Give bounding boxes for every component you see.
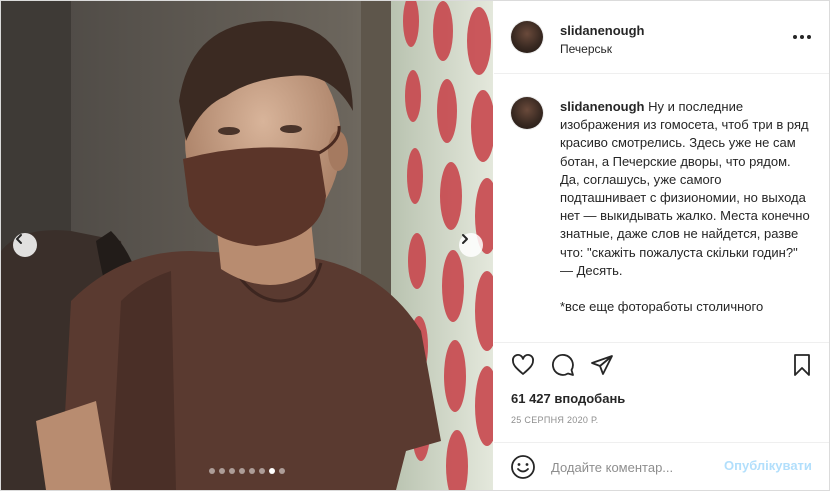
post-dialog: slidanenough Печерськ slidanenough Ну и … (0, 0, 830, 491)
post-header: slidanenough Печерськ (494, 1, 829, 74)
comment-bubble-icon (552, 354, 574, 376)
carousel-dot (279, 468, 285, 474)
chevron-right-icon (462, 234, 468, 244)
paper-plane-icon (591, 355, 613, 375)
chevron-left-icon (16, 234, 22, 244)
carousel-dot (259, 468, 265, 474)
header-location[interactable]: Печерськ (560, 42, 612, 56)
save-button[interactable] (788, 351, 816, 379)
carousel-indicator (1, 468, 493, 474)
carousel-dot (249, 468, 255, 474)
post-photo[interactable] (1, 1, 493, 490)
smiley-icon (511, 455, 535, 479)
caption-text: Ну и последние изображения из гомосета, … (560, 99, 810, 315)
publish-button[interactable]: Опублікувати (724, 458, 812, 473)
share-button[interactable] (588, 351, 616, 379)
carousel-dot (209, 468, 215, 474)
carousel-dot (229, 468, 235, 474)
carousel-dot (239, 468, 245, 474)
carousel-dot (269, 468, 275, 474)
post-side-panel: slidanenough Печерськ slidanenough Ну и … (494, 1, 829, 490)
previous-image-button[interactable] (13, 233, 37, 257)
bookmark-icon (794, 354, 810, 376)
next-image-button[interactable] (459, 233, 483, 257)
caption-section: slidanenough Ну и последние изображения … (494, 74, 829, 342)
comment-input[interactable] (551, 455, 711, 479)
post-date[interactable]: 25 серпня 2020 р. (511, 415, 598, 425)
comment-button[interactable] (549, 351, 577, 379)
post-actions: 61 427 вподобань 25 серпня 2020 р. Опубл… (494, 342, 829, 491)
caption-avatar[interactable] (511, 97, 543, 129)
more-options-button[interactable] (792, 28, 812, 46)
header-username[interactable]: slidanenough (560, 23, 645, 38)
likes-count[interactable]: 61 427 вподобань (511, 391, 625, 406)
caption-username[interactable]: slidanenough (560, 99, 645, 114)
comment-form: Опублікувати (494, 442, 829, 491)
carousel-dot (219, 468, 225, 474)
like-button[interactable] (509, 351, 537, 379)
emoji-button[interactable] (510, 454, 536, 480)
post-caption: slidanenough Ну и последние изображения … (560, 98, 810, 316)
avatar[interactable] (511, 21, 543, 53)
heart-icon (512, 354, 534, 375)
photo-image (1, 1, 493, 490)
more-dots-icon (793, 35, 797, 39)
